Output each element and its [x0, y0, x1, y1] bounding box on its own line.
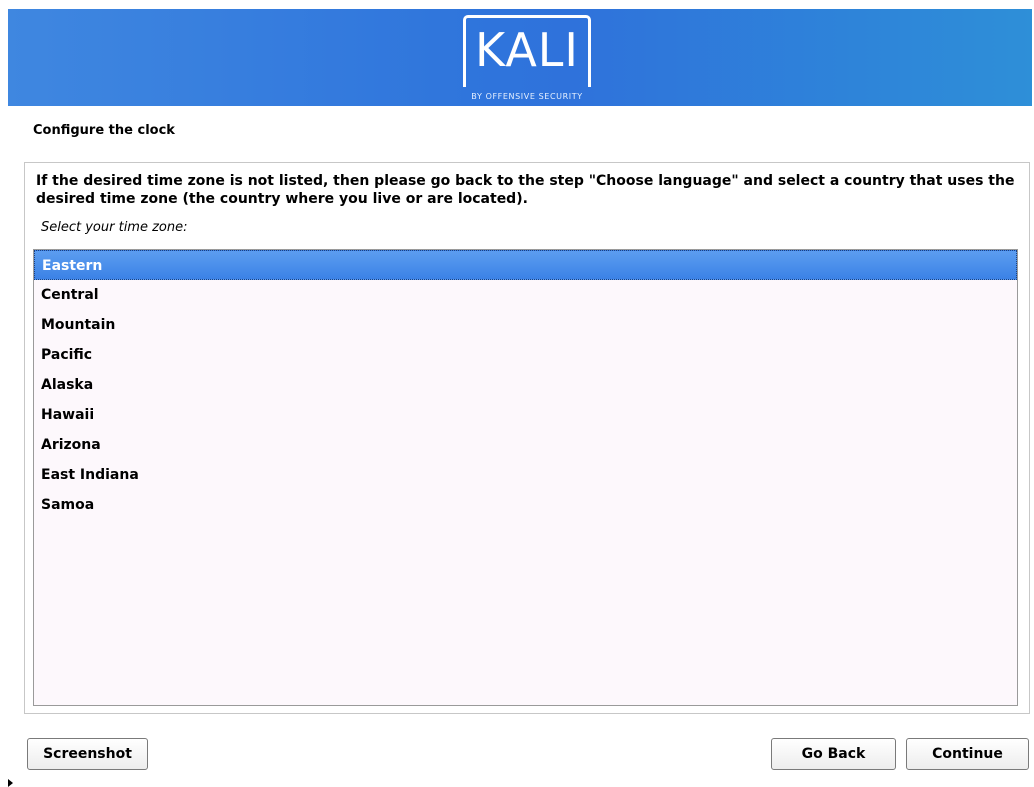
list-item[interactable]: Central [34, 280, 1017, 310]
list-item[interactable]: Pacific [34, 340, 1017, 370]
logo-subtitle: BY OFFENSIVE SECURITY [471, 92, 583, 101]
list-item[interactable]: Hawaii [34, 400, 1017, 430]
timezone-prompt: Select your time zone: [41, 220, 188, 235]
continue-button[interactable]: Continue [906, 738, 1029, 770]
list-item[interactable]: Alaska [34, 370, 1017, 400]
timezone-list[interactable]: Eastern Central Mountain Pacific Alaska … [33, 249, 1018, 706]
go-back-button[interactable]: Go Back [771, 738, 896, 770]
list-item[interactable]: Eastern [34, 250, 1017, 280]
list-item[interactable]: Samoa [34, 490, 1017, 520]
description-text: If the desired time zone is not listed, … [36, 173, 1015, 207]
list-item[interactable]: Mountain [34, 310, 1017, 340]
header-banner: KALI BY OFFENSIVE SECURITY [8, 9, 1032, 106]
kali-logo: KALI [463, 15, 591, 87]
logo-text: KALI [474, 23, 580, 77]
screenshot-button[interactable]: Screenshot [27, 738, 148, 770]
page-title: Configure the clock [33, 123, 175, 138]
list-item[interactable]: East Indiana [34, 460, 1017, 490]
list-item[interactable]: Arizona [34, 430, 1017, 460]
